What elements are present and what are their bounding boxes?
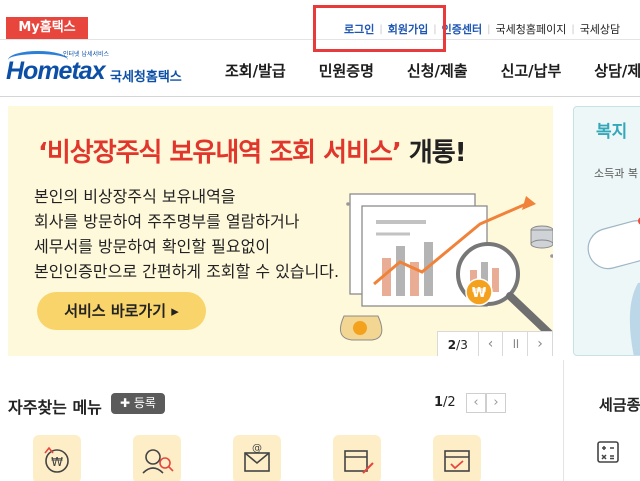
nav-item-report-pay[interactable]: 신고/납부 [501,60,562,81]
calculator-icon [597,441,619,463]
divider: | [571,23,575,35]
banner-line: 본인의 비상장주식 보유내역을 [34,187,236,206]
frequent-menu-item[interactable] [433,435,481,481]
frequent-menu-next-button[interactable]: › [486,393,506,413]
banner-line: 본인인증만으로 간편하게 조회할 수 있습니다. [34,262,340,281]
tax-consult-link[interactable]: 국세상담 [580,21,620,37]
banner-next-button[interactable]: › [527,332,552,356]
plus-icon: ✚ [120,396,131,410]
banner-pager: 2/3 ‹ ॥ › [437,331,553,356]
banner-line: 회사를 방문하여 주주명부를 열람하거나 [34,212,300,231]
service-shortcut-button[interactable]: 서비스 바로가기 ▸ [37,292,206,330]
my-hometax-button[interactable]: My홈택스 [6,17,88,39]
banner-page-indicator: 2/3 [447,337,468,352]
search-user-icon [142,449,174,474]
frequent-menu-page-indicator: 1/2 [434,395,456,410]
banner-pause-button[interactable]: ॥ [502,332,527,356]
email-icon: @ [244,443,270,472]
banner-prev-button[interactable]: ‹ [477,332,503,356]
banner-line: 세무서를 방문하여 확인할 필요없이 [34,237,271,256]
tax-type-title: 세금종 [599,396,640,414]
frequent-menu-title: 자주찾는 메뉴 [8,398,102,417]
banner-title: ‘비상장주식 보유내역 조회 서비스’ 개통! [38,132,467,169]
frequent-menu-prev-button[interactable]: ‹ [466,393,486,413]
frequent-menu-item[interactable]: ₩ [33,435,81,481]
main-banner: ‘비상장주식 보유내역 조회 서비스’ 개통! 본인의 비상장주식 보유내역을 … [8,106,553,356]
national-tax-homepage-link[interactable]: 국세청홈페이지 [495,21,566,37]
frequent-menu-item[interactable] [333,435,381,481]
nav-item-inquiry-issue[interactable]: 조회/발급 [225,60,286,81]
svg-text:@: @ [252,443,262,454]
main-navigation: 조회/발급 민원증명 신청/제출 신고/납부 상담/제보 [225,60,640,81]
cert-center-link[interactable]: 인증센터 [442,21,482,37]
welfare-card-subtitle: 소득과 복 [594,167,638,180]
register-label: 등록 [133,396,156,410]
frequent-menu-item[interactable]: @ [233,435,281,481]
trend-arrow-icon [522,196,536,210]
nav-item-consult-report[interactable]: 상담/제보 [594,60,640,81]
calendar-check-icon [444,450,470,472]
service-shortcut-label: 서비스 바로가기 [64,302,167,320]
section-divider [563,360,564,481]
welfare-illustration [587,217,640,355]
divider: | [487,23,491,35]
header-divider [0,96,640,97]
frequent-menu-item[interactable] [133,435,181,481]
refund-coin-icon: ₩ [44,446,69,473]
welfare-card[interactable]: 복지 소득과 복 [573,106,640,356]
highlight-annotation-box [313,5,446,52]
svg-text:₩: ₩ [51,455,63,469]
won-symbol: ₩ [472,286,487,301]
banner-description: 본인의 비상장주식 보유내역을 회사를 방문하여 주주명부를 열람하거나 세무서… [34,184,339,284]
nav-item-apply-submit[interactable]: 신청/제출 [407,60,468,81]
nav-item-civil-certificate[interactable]: 민원증명 [319,60,374,81]
register-menu-button[interactable]: ✚ 등록 [111,393,165,414]
banner-title-rest: 개통! [400,138,467,168]
welfare-card-title: 복지 [596,122,628,142]
calendar-edit-icon [344,450,374,474]
banner-title-highlight: ‘비상장주식 보유내역 조회 서비스’ [38,138,402,168]
logo-subtitle: 국세청홈택스 [110,70,182,85]
logo-wordmark: Hometax [6,57,106,85]
hometax-logo[interactable]: 인터넷 납세서비스 Hometax 국세청홈택스 [6,47,196,89]
